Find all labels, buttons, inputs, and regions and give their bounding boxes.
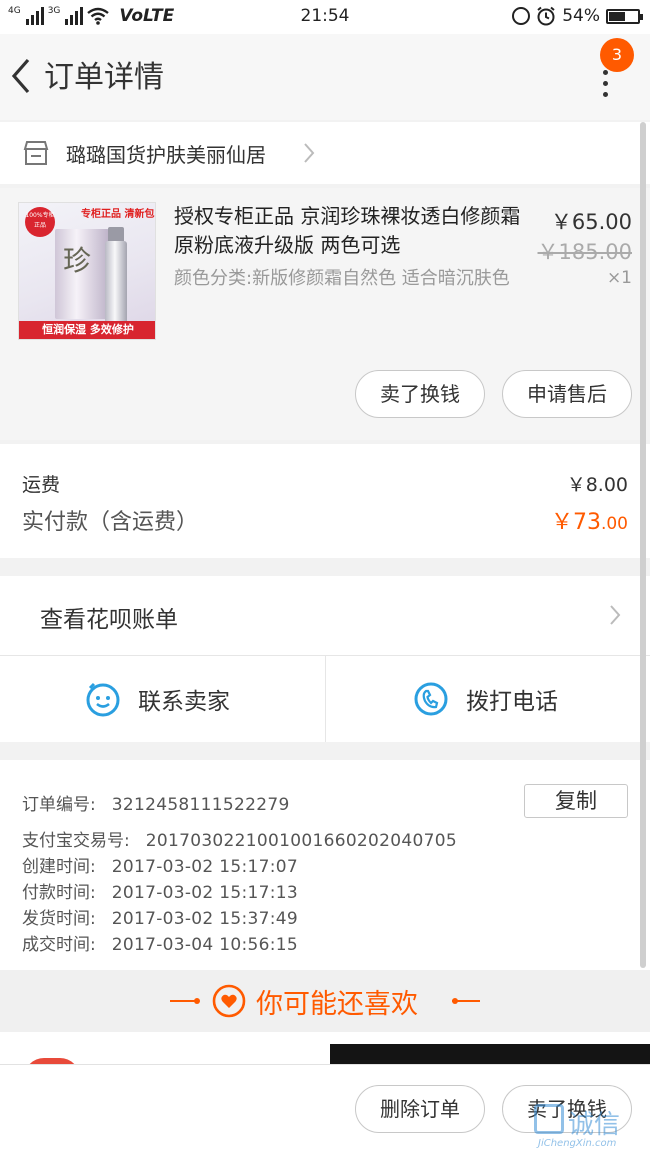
sell-button-bottom[interactable]: 卖了换钱 bbox=[502, 1085, 632, 1133]
product-sku: 颜色分类:新版修颜霜自然色 适合暗沉肤色 bbox=[174, 268, 510, 289]
paid-int: ￥73 bbox=[550, 510, 601, 535]
divider-dot-left bbox=[194, 998, 200, 1004]
copy-button[interactable]: 复制 bbox=[524, 784, 628, 818]
nav-bar: 订单详情 3 bbox=[0, 34, 650, 120]
divider-line-right bbox=[452, 1000, 480, 1002]
product-price: ￥65.00 bbox=[550, 210, 632, 234]
after-sale-button[interactable]: 申请售后 bbox=[502, 370, 632, 418]
battery-icon bbox=[606, 8, 643, 24]
battery-level bbox=[609, 11, 626, 21]
shipping-label: 运费 bbox=[22, 474, 61, 496]
paid-time-label: 付款时间: bbox=[22, 883, 96, 903]
scrollbar[interactable] bbox=[640, 122, 646, 968]
product-quantity: ×1 bbox=[606, 268, 632, 288]
completed-time: 2017-03-04 10:56:15 bbox=[111, 935, 298, 955]
order-number-row: 订单编号: 3212458111522279 bbox=[22, 790, 290, 815]
contact-seller-button[interactable]: 联系卖家 bbox=[0, 656, 325, 742]
product-box-char: 珍 bbox=[63, 244, 92, 277]
chevron-right-icon bbox=[610, 605, 621, 625]
product-image-top-text: 专柜正品 清新包邮 bbox=[81, 209, 155, 220]
heart-icon bbox=[212, 984, 246, 1018]
battery-percent: 54% bbox=[562, 6, 600, 26]
created-time-label: 创建时间: bbox=[22, 857, 96, 877]
shipping-value: ￥8.00 bbox=[566, 474, 628, 496]
shop-row[interactable]: 璐璐国货护肤美丽仙居 bbox=[0, 122, 650, 184]
alipay-number: 2017030221001001660202040705 bbox=[145, 831, 457, 851]
chat-face-icon bbox=[86, 682, 120, 717]
call-phone-button[interactable]: 拨打电话 bbox=[325, 656, 650, 742]
paid-time-row: 付款时间: 2017-03-02 15:17:13 bbox=[22, 878, 298, 903]
order-number: 3212458111522279 bbox=[111, 795, 290, 815]
alipay-number-row: 支付宝交易号: 2017030221001001660202040705 bbox=[22, 826, 457, 851]
bottle-graphic bbox=[105, 241, 127, 327]
recommend-title: 你可能还喜欢 bbox=[256, 989, 418, 1020]
paid-time: 2017-03-02 15:17:13 bbox=[111, 883, 298, 903]
rotation-lock-icon bbox=[512, 7, 531, 25]
completed-time-label: 成交时间: bbox=[22, 935, 96, 955]
shipped-time-label: 发货时间: bbox=[22, 909, 96, 929]
paid-label: 实付款（含运费） bbox=[22, 510, 199, 535]
paid-value: ￥73.00 bbox=[551, 504, 628, 536]
recommend-item-image-2[interactable] bbox=[330, 1044, 650, 1066]
product-original-price: ￥185.00 bbox=[537, 240, 632, 264]
shop-icon bbox=[23, 141, 49, 165]
alipay-number-label: 支付宝交易号: bbox=[22, 831, 130, 851]
status-bar-right: 54% bbox=[512, 6, 643, 26]
shop-name: 璐璐国货护肤美丽仙居 bbox=[66, 143, 266, 167]
page-title: 订单详情 bbox=[44, 60, 164, 95]
recommend-header: 你可能还喜欢 bbox=[0, 970, 650, 1032]
product-title[interactable]: 授权专柜正品 京润珍珠裸妆透白修颜霜 原粉底液升级版 两色可选 bbox=[174, 202, 524, 260]
phone-icon bbox=[414, 682, 448, 716]
contact-seller-label: 联系卖家 bbox=[138, 689, 230, 715]
alarm-icon bbox=[537, 6, 555, 26]
huabei-label: 查看花呗账单 bbox=[40, 607, 178, 633]
status-bar: 4G 3G VoLTE 21:54 54% bbox=[0, 0, 650, 34]
order-info: 订单编号: 3212458111522279 复制 支付宝交易号: 20170302… bbox=[0, 760, 650, 970]
recommend-items-peek[interactable] bbox=[0, 1032, 650, 1066]
order-number-label: 订单编号: bbox=[22, 795, 96, 815]
contact-bar: 联系卖家 拨打电话 bbox=[0, 656, 650, 742]
product-image[interactable]: 100%专柜正品 专柜正品 清新包邮 珍 恒润保湿 多效修护 bbox=[18, 202, 156, 340]
delete-order-button[interactable]: 删除订单 bbox=[355, 1085, 485, 1133]
completed-time-row: 成交时间: 2017-03-04 10:56:15 bbox=[22, 930, 298, 955]
chevron-right-icon bbox=[304, 143, 315, 163]
huabei-bill-row[interactable]: 查看花呗账单 bbox=[0, 576, 650, 656]
created-time: 2017-03-02 15:17:07 bbox=[111, 857, 298, 877]
shipped-time: 2017-03-02 15:37:49 bbox=[111, 909, 298, 929]
back-icon[interactable] bbox=[6, 56, 36, 96]
call-phone-label: 拨打电话 bbox=[466, 689, 558, 715]
bottom-action-bar: 删除订单 卖了换钱 bbox=[0, 1064, 650, 1155]
message-badge: 3 bbox=[600, 38, 634, 72]
product-image-banner: 恒润保湿 多效修护 bbox=[19, 321, 155, 339]
created-time-row: 创建时间: 2017-03-02 15:17:07 bbox=[22, 852, 298, 877]
sell-button[interactable]: 卖了换钱 bbox=[355, 370, 485, 418]
paid-dec: .00 bbox=[600, 514, 628, 534]
shipped-time-row: 发货时间: 2017-03-02 15:37:49 bbox=[22, 904, 298, 929]
fee-summary: 运费 ￥8.00 实付款（含运费） ￥73.00 bbox=[0, 444, 650, 558]
product-card[interactable]: 100%专柜正品 专柜正品 清新包邮 珍 恒润保湿 多效修护 授权专柜正品 京润… bbox=[0, 188, 650, 440]
product-image-seal: 100%专柜正品 bbox=[25, 207, 55, 237]
